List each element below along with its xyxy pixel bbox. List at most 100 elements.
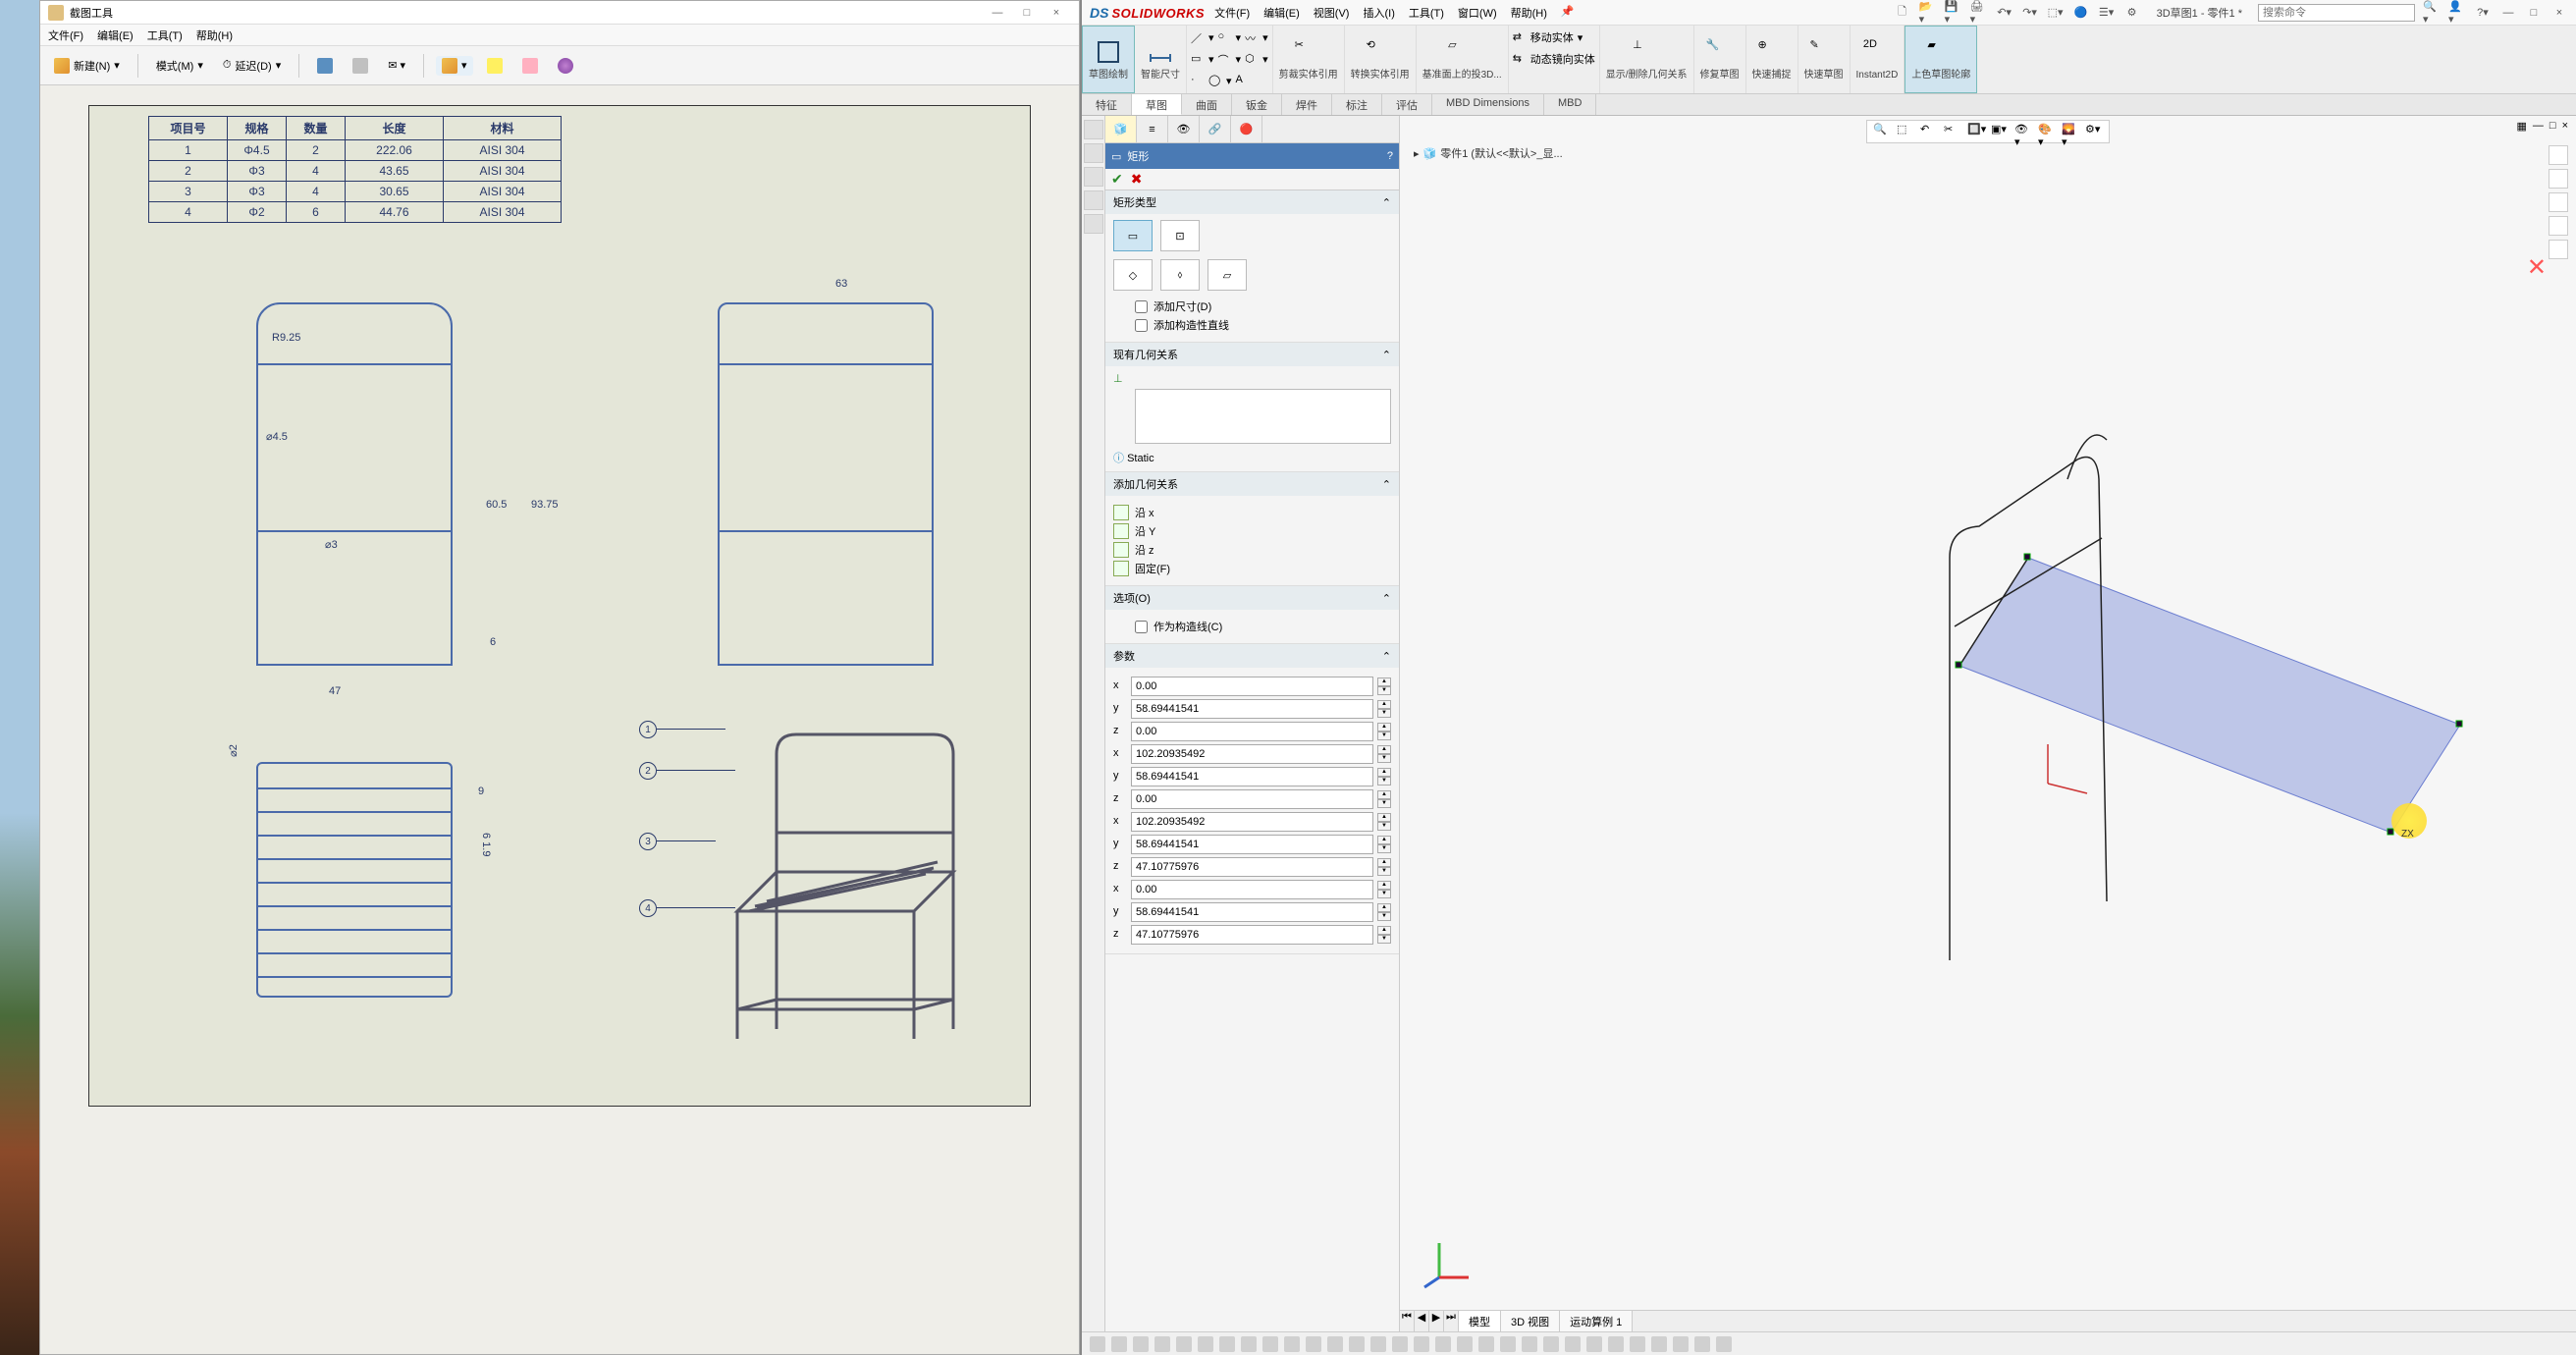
sw-menu-file[interactable]: 文件(F) — [1214, 5, 1250, 21]
tree-btn-2[interactable] — [1084, 143, 1103, 163]
viewport[interactable]: 🔍 ⬚ ↶ ✂ 🔲▾ ▣▾ 👁▾ 🎨▾ 🌄▾ ⚙▾ ▦ — □ × ▸ 🧊 零件… — [1400, 116, 2576, 1331]
sb-icon[interactable] — [1219, 1336, 1235, 1352]
existing-relations-list[interactable] — [1135, 389, 1391, 444]
circle-icon[interactable]: ○ — [1218, 30, 1232, 44]
redo-icon[interactable]: ↷▾ — [2021, 4, 2039, 22]
sb-icon[interactable] — [1090, 1336, 1105, 1352]
sw-menu-edit[interactable]: 编辑(E) — [1263, 5, 1300, 21]
maximize-button[interactable]: □ — [1012, 7, 1042, 19]
pen-button[interactable]: ▾ — [436, 56, 473, 76]
line-icon[interactable]: ／ — [1191, 30, 1205, 44]
sb-icon[interactable] — [1306, 1336, 1321, 1352]
param-input-11[interactable] — [1131, 925, 1373, 945]
sb-icon[interactable] — [1608, 1336, 1624, 1352]
spinner[interactable]: ▲▼ — [1377, 858, 1391, 876]
ellipse-icon[interactable]: ◯ — [1208, 74, 1222, 87]
tab-features[interactable]: 特征 — [1082, 94, 1132, 115]
tree-btn-3[interactable] — [1084, 167, 1103, 187]
polygon-icon[interactable]: ⬡ — [1245, 52, 1259, 66]
pm-sec-existing[interactable]: 现有几何关系⌃ — [1105, 343, 1399, 366]
close-button[interactable]: × — [1042, 7, 1071, 19]
tab-evaluate[interactable]: 评估 — [1382, 94, 1432, 115]
ribbon-sketch[interactable]: 草图绘制 — [1082, 26, 1135, 93]
ribbon-shade-contour[interactable]: ▰ 上色草图轮廓 — [1905, 26, 1977, 93]
sb-icon[interactable] — [1198, 1336, 1213, 1352]
rect-3pt-corner-opt[interactable]: ◇ — [1113, 259, 1153, 291]
spinner[interactable]: ▲▼ — [1377, 768, 1391, 786]
save-icon[interactable]: 💾▾ — [1945, 4, 1962, 22]
spinner[interactable]: ▲▼ — [1377, 745, 1391, 763]
ribbon-plane-proj[interactable]: ▱ 基准面上的投3D... — [1417, 26, 1509, 93]
param-input-4[interactable] — [1131, 767, 1373, 786]
mode-button[interactable]: 模式(M) ▾ — [150, 56, 209, 76]
pm-sec-type[interactable]: 矩形类型⌃ — [1105, 190, 1399, 214]
sb-icon[interactable] — [1176, 1336, 1192, 1352]
eraser-button[interactable] — [516, 56, 544, 76]
new-button[interactable]: 新建(N) ▾ — [48, 56, 126, 76]
mirror-icon[interactable]: ⇄ — [1513, 30, 1527, 44]
param-input-1[interactable] — [1131, 699, 1373, 719]
ribbon-smart-dim[interactable]: 智能尺寸 — [1135, 26, 1187, 93]
sb-icon[interactable] — [1500, 1336, 1516, 1352]
sb-icon[interactable] — [1565, 1336, 1581, 1352]
left-titlebar[interactable]: 截图工具 — □ × — [40, 1, 1079, 25]
dyn-mirror-icon[interactable]: ⇆ — [1513, 52, 1527, 66]
mail-button[interactable]: ✉ ▾ — [382, 57, 411, 74]
sb-icon[interactable] — [1457, 1336, 1473, 1352]
sb-icon[interactable] — [1630, 1336, 1645, 1352]
param-input-6[interactable] — [1131, 812, 1373, 832]
pm-sec-add-rel[interactable]: 添加几何关系⌃ — [1105, 472, 1399, 496]
ribbon-instant2d[interactable]: 2D Instant2D — [1851, 26, 1905, 93]
param-input-5[interactable] — [1131, 789, 1373, 809]
bulb-button[interactable] — [552, 56, 579, 76]
spinner[interactable]: ▲▼ — [1377, 723, 1391, 740]
help-related-icon[interactable]: ?▾ — [2474, 4, 2492, 22]
btab-model[interactable]: 模型 — [1459, 1311, 1501, 1331]
rel-along-z[interactable]: 沿 z — [1135, 542, 1154, 558]
rect-corner-opt[interactable]: ▭ — [1113, 220, 1153, 251]
param-input-8[interactable] — [1131, 857, 1373, 877]
btab-motion[interactable]: 运动算例 1 — [1560, 1311, 1633, 1331]
sb-icon[interactable] — [1241, 1336, 1257, 1352]
spinner[interactable]: ▲▼ — [1377, 881, 1391, 898]
pm-tab-link[interactable]: 🔗 — [1200, 116, 1231, 142]
pm-tab-feature[interactable]: 🧊 — [1105, 116, 1137, 142]
spinner[interactable]: ▲▼ — [1377, 813, 1391, 831]
search-input[interactable] — [2258, 4, 2415, 22]
tab-mbd[interactable]: MBD — [1544, 94, 1596, 115]
pm-sec-options[interactable]: 选项(O)⌃ — [1105, 586, 1399, 610]
settings-icon[interactable]: ⚙ — [2123, 4, 2141, 22]
sb-icon[interactable] — [1543, 1336, 1559, 1352]
search-icon[interactable]: 🔍▾ — [2423, 4, 2441, 22]
menu-edit[interactable]: 编辑(E) — [97, 27, 134, 43]
sb-icon[interactable] — [1586, 1336, 1602, 1352]
rect-center-opt[interactable]: ⊡ — [1160, 220, 1200, 251]
btab-3dview[interactable]: 3D 视图 — [1501, 1311, 1560, 1331]
ribbon-convert[interactable]: ⟲ 转换实体引用 — [1345, 26, 1417, 93]
options-icon[interactable]: ☰▾ — [2098, 4, 2116, 22]
add-dim-checkbox[interactable] — [1135, 300, 1148, 313]
spinner[interactable]: ▲▼ — [1377, 700, 1391, 718]
rebuild-icon[interactable]: 🔵 — [2072, 4, 2090, 22]
point-icon[interactable]: · — [1191, 74, 1205, 87]
tab-annotate[interactable]: 标注 — [1332, 94, 1382, 115]
sb-icon[interactable] — [1111, 1336, 1127, 1352]
ribbon-relations[interactable]: ⊥ 显示/删除几何关系 — [1600, 26, 1694, 93]
user-icon[interactable]: 👤▾ — [2448, 4, 2466, 22]
sb-icon[interactable] — [1478, 1336, 1494, 1352]
select-icon[interactable]: ⬚▾ — [2047, 4, 2065, 22]
add-constr-line-checkbox[interactable] — [1135, 319, 1148, 332]
sb-icon[interactable] — [1651, 1336, 1667, 1352]
sb-icon[interactable] — [1133, 1336, 1149, 1352]
menu-tools[interactable]: 工具(T) — [147, 27, 183, 43]
spinner[interactable]: ▲▼ — [1377, 790, 1391, 808]
ribbon-quick-sketch[interactable]: ✎ 快速草图 — [1798, 26, 1851, 93]
menu-file[interactable]: 文件(F) — [48, 27, 83, 43]
as-constr-checkbox[interactable] — [1135, 621, 1148, 633]
spinner[interactable]: ▲▼ — [1377, 903, 1391, 921]
sw-menu-tools[interactable]: 工具(T) — [1409, 5, 1444, 21]
sb-icon[interactable] — [1435, 1336, 1451, 1352]
rel-fix[interactable]: 固定(F) — [1135, 561, 1170, 576]
print-icon[interactable]: 🖨▾ — [1970, 4, 1988, 22]
sb-icon[interactable] — [1522, 1336, 1537, 1352]
